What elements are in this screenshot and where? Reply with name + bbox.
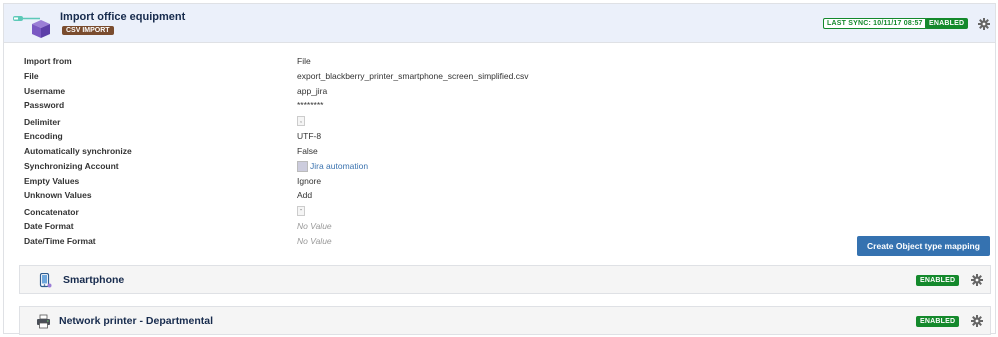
property-value: No Value	[297, 221, 332, 232]
property-row: Import from File	[24, 56, 624, 71]
gear-icon[interactable]	[978, 18, 990, 30]
property-row: Date/Time Format No Value	[24, 236, 624, 251]
property-row: Encoding UTF-8	[24, 131, 624, 146]
status-badge: ENABLED	[916, 275, 960, 286]
property-row: Unknown Values Add	[24, 190, 624, 205]
property-label: Date/Time Format	[24, 235, 96, 246]
object-type-name: Smartphone	[63, 274, 125, 286]
printer-icon	[37, 314, 50, 329]
object-type-panel-smartphone[interactable]: Smartphone ENABLED	[19, 265, 991, 294]
property-value: File	[297, 56, 311, 66]
property-label: Username	[24, 85, 66, 96]
property-value: Jira automation	[297, 161, 368, 173]
import-header: Import office equipment CSV IMPORT LAST …	[4, 4, 995, 43]
property-label: Encoding	[24, 131, 63, 142]
property-value: app_jira	[297, 85, 328, 96]
object-type-panel-network-printer[interactable]: Network printer - Departmental ENABLED	[19, 306, 991, 335]
concatenator-value: -	[297, 205, 305, 216]
import-box-icon	[13, 16, 50, 38]
last-sync-badge: LAST SYNC: 10/11/17 08:57	[823, 18, 927, 29]
property-label: Import from	[24, 56, 72, 66]
property-label: File	[24, 70, 39, 81]
import-title: Import office equipment	[60, 11, 186, 23]
property-row: Automatically synchronize False	[24, 146, 624, 161]
property-label: Delimiter	[24, 117, 61, 128]
import-properties: Import from File File export_blackberry_…	[24, 56, 624, 251]
object-type-name: Network printer - Departmental	[59, 315, 214, 327]
property-value: UTF-8	[297, 131, 322, 142]
property-row: Username app_jira	[24, 86, 624, 101]
gear-icon[interactable]	[971, 274, 983, 286]
import-panel: Import office equipment CSV IMPORT LAST …	[3, 3, 996, 335]
property-value: Ignore	[297, 175, 322, 186]
property-label: Date Format	[24, 221, 74, 232]
property-label: Unknown Values	[24, 190, 92, 201]
create-object-type-mapping-button[interactable]: Create Object type mapping	[857, 236, 990, 256]
property-value: No Value	[297, 235, 332, 246]
property-row: Date Format No Value	[24, 221, 624, 236]
property-label: Password	[24, 100, 65, 111]
delimiter-value: ,	[297, 115, 305, 126]
property-label: Automatically synchronize	[24, 145, 132, 156]
import-type-badge: CSV IMPORT	[62, 26, 114, 35]
status-badge: ENABLED	[925, 18, 969, 29]
property-value: -	[297, 205, 305, 216]
status-badge: ENABLED	[916, 316, 960, 327]
property-value: Add	[297, 190, 313, 201]
gear-icon[interactable]	[971, 315, 983, 327]
property-label: Synchronizing Account	[24, 160, 119, 171]
property-row: File export_blackberry_printer_smartphon…	[24, 71, 624, 86]
property-value: export_blackberry_printer_smartphone_scr…	[297, 70, 529, 81]
avatar	[297, 161, 308, 173]
smartphone-icon	[39, 273, 52, 288]
property-label: Empty Values	[24, 175, 80, 186]
property-row: Delimiter ,	[24, 115, 624, 131]
property-row: Synchronizing Account Jira automation	[24, 161, 624, 176]
account-link[interactable]: Jira automation	[310, 161, 368, 171]
property-row: Concatenator -	[24, 205, 624, 221]
property-value: ********	[297, 100, 324, 111]
property-row: Password ********	[24, 100, 624, 115]
property-value: ,	[297, 115, 305, 126]
property-value: False	[297, 145, 318, 156]
property-row: Empty Values Ignore	[24, 176, 624, 191]
property-label: Concatenator	[24, 207, 79, 218]
